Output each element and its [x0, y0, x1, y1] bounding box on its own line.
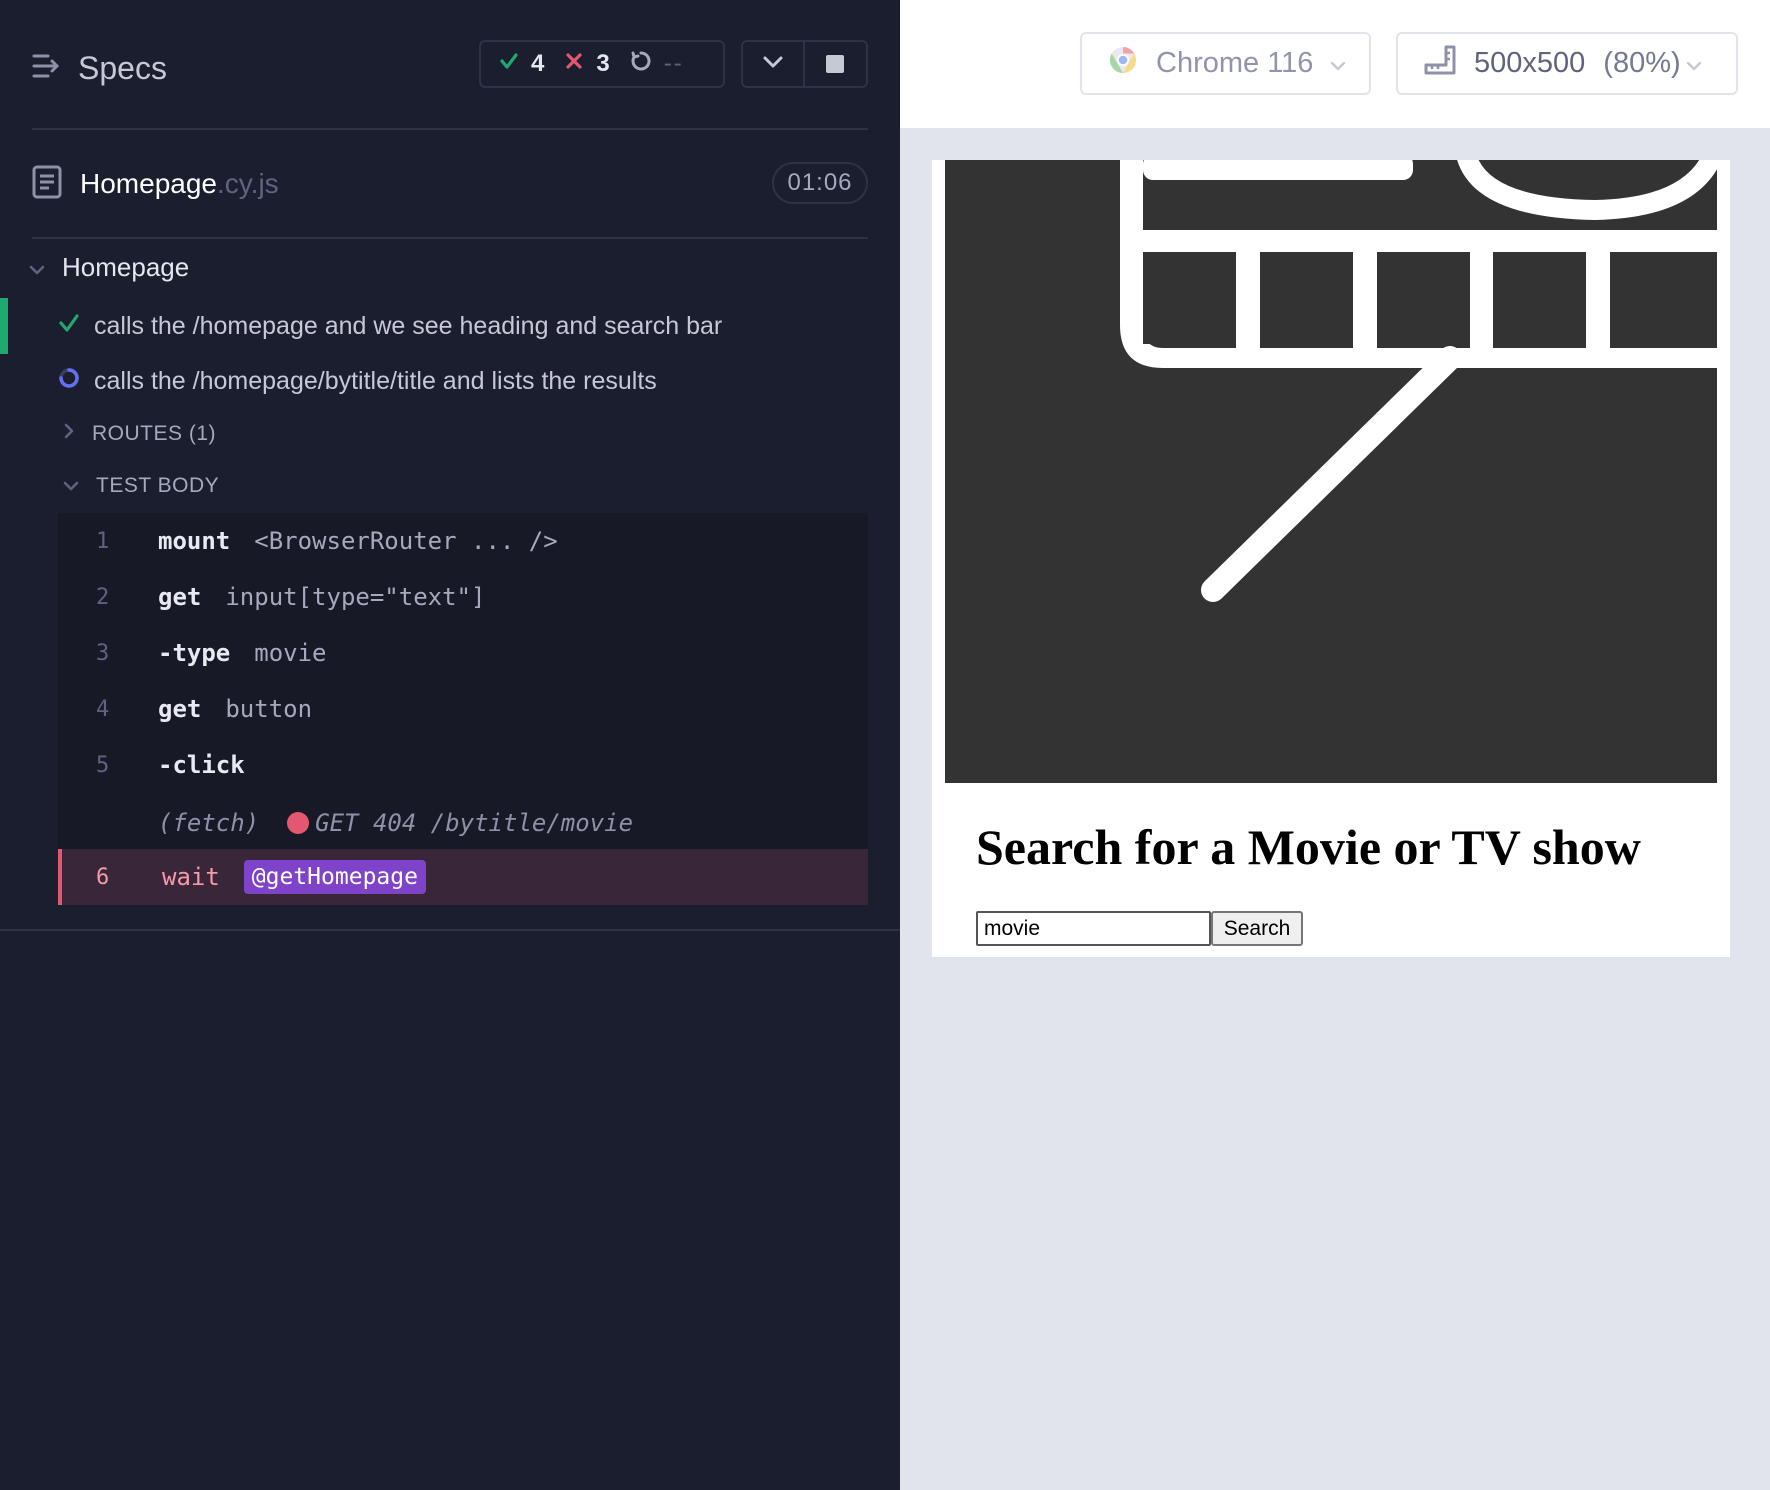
- test-title: calls the /homepage and we see heading a…: [94, 312, 723, 340]
- command-name: get: [158, 695, 202, 723]
- ruler-icon: [1424, 45, 1456, 83]
- command-row[interactable]: 2 get input[type="text"]: [58, 569, 868, 625]
- command-arg: movie: [254, 639, 327, 667]
- running-spinner-icon: [58, 367, 80, 396]
- command-log: 1 mount <BrowserRouter ... /> 2 get inpu…: [58, 513, 868, 905]
- command-name: -type: [158, 639, 231, 667]
- specs-list-icon: [32, 53, 62, 84]
- routes-toggle[interactable]: ROUTES (1): [62, 422, 216, 446]
- reporter-divider: [0, 929, 900, 931]
- command-arg: button: [225, 695, 313, 723]
- command-row[interactable]: 5 -click: [58, 737, 868, 793]
- command-number: 3: [96, 640, 110, 666]
- command-row[interactable]: 4 get button: [58, 681, 868, 737]
- chevron-down-icon: [1685, 47, 1703, 80]
- request-summary: GET 404 /bytitle/movie: [315, 809, 634, 837]
- failed-stat: 3: [564, 50, 610, 78]
- test-title: calls the /homepage/bytitle/title and li…: [94, 367, 657, 395]
- command-number: 2: [96, 584, 110, 610]
- chevron-down-icon: [762, 55, 784, 74]
- fetch-event-row[interactable]: (fetch) GET 404 /bytitle/movie: [58, 795, 868, 851]
- stop-icon: [826, 55, 845, 73]
- file-divider: [32, 237, 868, 239]
- command-row[interactable]: 3 -type movie: [58, 625, 868, 681]
- pending-count: --: [663, 50, 684, 77]
- run-duration: 01:06: [772, 162, 868, 204]
- spec-file-header: Homepage .cy.js 01:06: [32, 158, 868, 210]
- command-name: mount: [158, 527, 231, 555]
- command-number: 1: [96, 528, 110, 554]
- chevron-down-icon: [62, 474, 80, 498]
- search-input[interactable]: [976, 911, 1211, 946]
- browser-selector[interactable]: Chrome 116: [1080, 32, 1371, 95]
- app-under-test-frame: Search for a Movie or TV show Search: [932, 160, 1730, 957]
- chrome-icon: [1108, 45, 1138, 83]
- check-icon: [499, 50, 519, 78]
- test-body-toggle[interactable]: TEST BODY: [62, 474, 219, 498]
- cross-icon: [564, 50, 584, 78]
- command-name: get: [158, 583, 202, 611]
- preview-toolbar: Chrome 116 500x500 (80%): [900, 0, 1770, 128]
- test-passed[interactable]: calls the /homepage and we see heading a…: [0, 298, 900, 354]
- test-running[interactable]: calls the /homepage/bytitle/title and li…: [58, 367, 657, 396]
- reporter-panel: Specs 4 3 -- Homepage.cy.js 01:06 Homep: [0, 0, 900, 1490]
- failed-count: 3: [596, 50, 610, 77]
- command-arg: <BrowserRouter ... />: [254, 527, 558, 555]
- viewport-size: 500x500: [1474, 47, 1586, 79]
- command-number: 4: [96, 696, 110, 722]
- chevron-down-icon: [1329, 47, 1347, 80]
- app-heading: Search for a Movie or TV show: [976, 819, 1641, 875]
- suite-homepage[interactable]: Homepage: [28, 252, 189, 283]
- specs-toggle[interactable]: Specs: [32, 48, 167, 88]
- pending-stat: --: [630, 50, 684, 79]
- pass-indicator-bar: [0, 298, 8, 354]
- routes-label: ROUTES (1): [92, 422, 217, 445]
- alias-badge: @getHomepage: [243, 860, 426, 894]
- specs-label: Specs: [78, 49, 167, 86]
- passed-count: 4: [531, 50, 545, 77]
- test-row-1: calls the /homepage and we see heading a…: [58, 312, 722, 341]
- command-arg: input[type="text"]: [225, 583, 486, 611]
- request-failed-dot-icon: [287, 812, 310, 834]
- test-stats: 4 3 --: [479, 40, 725, 88]
- clapperboard-hero-image: [945, 160, 1717, 783]
- expand-button[interactable]: [743, 42, 805, 86]
- passed-stat: 4: [499, 50, 544, 78]
- search-button[interactable]: Search: [1211, 911, 1303, 946]
- command-name: -click: [158, 751, 245, 779]
- header-divider: [32, 128, 868, 130]
- command-number: 6: [96, 864, 110, 890]
- app-preview-panel: Chrome 116 500x500 (80%) Search for a Mo…: [900, 0, 1770, 1490]
- viewport-selector[interactable]: 500x500 (80%): [1396, 32, 1738, 95]
- command-row[interactable]: 1 mount <BrowserRouter ... />: [58, 513, 868, 569]
- pending-spinner-icon: [630, 50, 652, 79]
- spec-file-name: Homepage: [80, 168, 217, 199]
- command-name: wait: [162, 863, 220, 891]
- test-body-label: TEST BODY: [96, 474, 220, 497]
- check-icon: [58, 312, 80, 341]
- viewport-scale: (80%): [1603, 47, 1681, 79]
- suite-title: Homepage: [62, 252, 190, 282]
- document-icon: [32, 165, 62, 204]
- command-row-active[interactable]: 6 wait @getHomepage: [58, 849, 868, 905]
- chevron-right-icon: [62, 422, 76, 446]
- command-number: 5: [96, 752, 110, 778]
- spec-file-extension: .cy.js: [216, 168, 279, 199]
- fetch-tag: (fetch): [158, 809, 260, 837]
- run-controls: [741, 40, 868, 88]
- chevron-down-icon: [28, 252, 46, 283]
- browser-name: Chrome 116: [1156, 47, 1314, 79]
- stop-button[interactable]: [805, 42, 867, 86]
